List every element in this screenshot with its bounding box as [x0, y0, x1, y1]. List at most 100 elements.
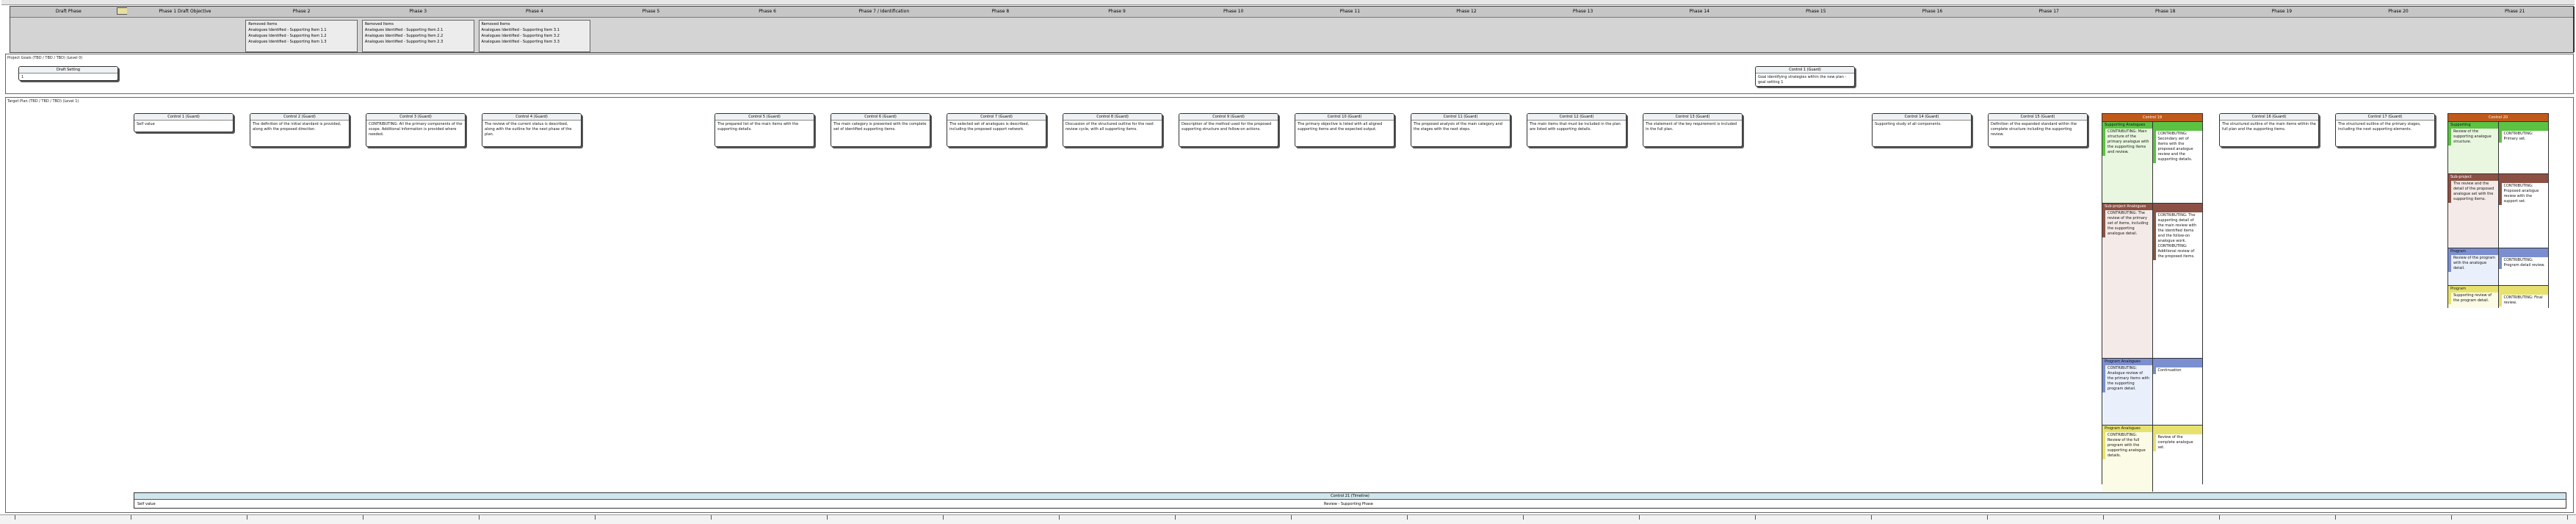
control-card[interactable]: Control 2 (Guard) The definition of the i… [250, 113, 350, 147]
phase-card[interactable]: Removed Items Analogues Identified - Sup… [245, 20, 358, 52]
card-title: Control 8 (Guard) [1063, 114, 1162, 121]
board-left-cell[interactable]: CONTRIBUTING: Main structure of the prim… [2102, 129, 2152, 156]
phase-column[interactable]: Phase 7 / Identification [825, 7, 944, 52]
control-card[interactable]: Control 4 (Guard) The review of the curre… [482, 113, 582, 147]
phase-column[interactable]: Phase 9 [1058, 7, 1177, 52]
phase-column[interactable]: Phase 1 Draft Objective [126, 7, 245, 52]
phase-column[interactable]: Phase 20 [2340, 7, 2459, 52]
card-title: Control 9 (Guard) [1179, 114, 1278, 121]
phase-column[interactable]: Phase 5 [593, 7, 711, 52]
control-card[interactable]: Control 12 (Guard) The main items that mu… [1527, 113, 1627, 147]
phase-card[interactable]: Removed Items Analogues Identified - Sup… [361, 20, 474, 52]
phase-column[interactable]: Phase 3 Removed Items Analogues Identifie… [359, 7, 478, 52]
board-left-cell[interactable]: Supporting review of the program detail. [2448, 292, 2498, 304]
phase-title: Phase 8 [942, 7, 1059, 18]
board-right-column: CONTRIBUTING: Final review. [2497, 286, 2549, 308]
control-card[interactable]: Control 15 (Guard) Definition of the expa… [1988, 113, 2088, 147]
phase-title: Phase 1 Draft Objective [126, 7, 244, 18]
board-right-cell[interactable]: CONTRIBUTING: Final review. [2498, 295, 2549, 306]
ruler-tick [1059, 515, 1060, 520]
board-right-header [2152, 426, 2202, 434]
control-card[interactable]: Control 17 (Guard) The structured outline… [2335, 113, 2435, 147]
phase-title: Phase 6 [709, 7, 826, 18]
control-card[interactable]: Control 1 (Guard) Self value [134, 113, 234, 132]
control-card[interactable]: Control 8 (Guard) Discussion of the struc… [1063, 113, 1162, 147]
phase-title: Phase 19 [2224, 7, 2340, 18]
phase-title: Phase 10 [1175, 7, 1292, 18]
phase-column[interactable]: Phase 13 [1524, 7, 1643, 52]
phase-column[interactable]: Phase 19 [2224, 7, 2342, 52]
card-body: The proposed analysis of the main catego… [1414, 122, 1502, 132]
board-left-cell[interactable]: CONTRIBUTING: The review of the primary … [2102, 210, 2152, 237]
board-right-cell[interactable]: CONTRIBUTING: Proposed analogue review w… [2498, 183, 2549, 205]
timeline-bar[interactable]: Control 21 (Timeline) Self value Review … [134, 492, 2566, 509]
board-left-cell[interactable]: Review of the program with the analogue … [2448, 255, 2498, 272]
card-title: Control 2 (Guard) [250, 114, 349, 121]
phase-column[interactable]: Phase 21 [2456, 7, 2575, 52]
ruler-tick [1755, 515, 1756, 520]
card-title: Control 10 (Guard) [1295, 114, 1394, 121]
card-body: The structured outline of the primary st… [2338, 122, 2421, 132]
ruler-tick [1639, 515, 1640, 520]
phase-column[interactable]: Phase 12 [1408, 7, 1527, 52]
card-body: Discussion of the structured outline for… [1066, 122, 1154, 132]
phase-title: Phase 17 [1990, 7, 2108, 18]
board-right-header [2498, 248, 2548, 257]
ruler-tick [595, 515, 596, 520]
board-right-cell[interactable]: Continuation [2152, 367, 2203, 374]
draft-setting-card[interactable]: Draft Setting 1 [18, 66, 118, 81]
phase-column[interactable]: Phase 8 [942, 7, 1060, 52]
phase-column[interactable]: Phase 11 [1292, 7, 1410, 52]
board-left-column: Program Analogues CONTRIBUTING: Review of… [2102, 426, 2152, 492]
board-left-cell[interactable]: CONTRIBUTING: Review of the full program… [2102, 432, 2152, 459]
control-card[interactable]: Control 10 (Guard) The primary objective … [1295, 113, 1394, 147]
control-card[interactable]: Control 3 (Guard) CONTRIBUTING: All the p… [366, 113, 466, 147]
analogue-board-b: Control 20 Supporting Review of the suppo… [2447, 113, 2549, 308]
board-right-cell[interactable]: Review of the complete analogue set. [2152, 434, 2203, 451]
board-left-cell[interactable]: The review and the detail of the propose… [2448, 181, 2498, 203]
board-right-cell[interactable]: CONTRIBUTING: Secondary set of items wit… [2152, 131, 2203, 163]
analogue-board-a: Control 19 Supporting Analogues CONTRIBUT… [2102, 113, 2203, 492]
phase-column[interactable]: Phase 16 [1874, 7, 1992, 52]
phase-title: Phase 11 [1292, 7, 1408, 18]
board-left-cell[interactable]: Review of the supporting analogue struct… [2448, 129, 2498, 146]
phase-column[interactable]: Phase 4 Removed Items Analogues Identifie… [476, 7, 595, 52]
board-right-cell[interactable]: CONTRIBUTING: Primary set. [2498, 131, 2549, 143]
board-right-column: CONTRIBUTING: Secondary set of items wit… [2152, 122, 2203, 203]
ruler-tick [2335, 515, 2336, 520]
board-right-cell[interactable]: CONTRIBUTING: The supporting detail of t… [2152, 212, 2203, 260]
board-right-cell[interactable]: CONTRIBUTING: Program detail review. [2498, 257, 2549, 269]
control-card[interactable]: Control 16 (Guard) The structured outline… [2219, 113, 2319, 147]
board-section-title: Supporting [2448, 122, 2498, 129]
board-right-header [2498, 122, 2548, 131]
control-card[interactable]: Control 5 (Guard) The prepared list of th… [714, 113, 814, 147]
card-title: Control 3 (Guard) [366, 114, 465, 121]
phase-column[interactable]: Phase 6 [709, 7, 828, 52]
phase-column[interactable]: Phase 14 [1640, 7, 1759, 52]
phase-title: Phase 9 [1058, 7, 1176, 18]
control-card[interactable]: Control 9 (Guard) Description of the meth… [1179, 113, 1278, 147]
phase-column[interactable]: Phase 2 Removed Items Analogues Identifie… [243, 7, 361, 52]
phase-column[interactable]: Phase 10 [1175, 7, 1293, 52]
phase-column[interactable]: Phase 15 [1757, 7, 1876, 52]
board-right-column: Continuation [2152, 359, 2203, 425]
board-section-title: Program Analogues [2102, 426, 2152, 432]
board-left-cell[interactable]: CONTRIBUTING: Analogue review of the pri… [2102, 365, 2152, 392]
goal-card[interactable]: Control 1 (Guard) Goal identifying strat… [1755, 66, 1855, 87]
control-card[interactable]: Control 14 (Guard) Supporting study of al… [1872, 113, 1972, 147]
board-section: Program Analogues CONTRIBUTING: Analogue … [2102, 358, 2202, 425]
control-card[interactable]: Control 6 (Guard) The main category is pr… [831, 113, 930, 147]
phase-column[interactable]: Phase 18 [2107, 7, 2226, 52]
board-section-title: Program [2448, 248, 2498, 255]
phase-card[interactable]: Removed Items Analogues Identified - Sup… [478, 20, 591, 52]
phase-title: Phase 2 [243, 7, 360, 18]
ruler-tick [1987, 515, 1988, 520]
control-card[interactable]: Control 7 (Guard) The selected set of ana… [947, 113, 1046, 147]
phase-column[interactable]: Phase 17 [1990, 7, 2109, 52]
phase-title: Phase 15 [1757, 7, 1875, 18]
phase-title: Phase 4 [476, 7, 593, 18]
control-card[interactable]: Control 11 (Guard) The proposed analysis … [1411, 113, 1510, 147]
phase-column[interactable]: Draft Phase [10, 7, 134, 52]
control-card[interactable]: Control 13 (Guard) The statement of the k… [1643, 113, 1743, 147]
card-body: The definition of the initial standard i… [253, 122, 341, 132]
